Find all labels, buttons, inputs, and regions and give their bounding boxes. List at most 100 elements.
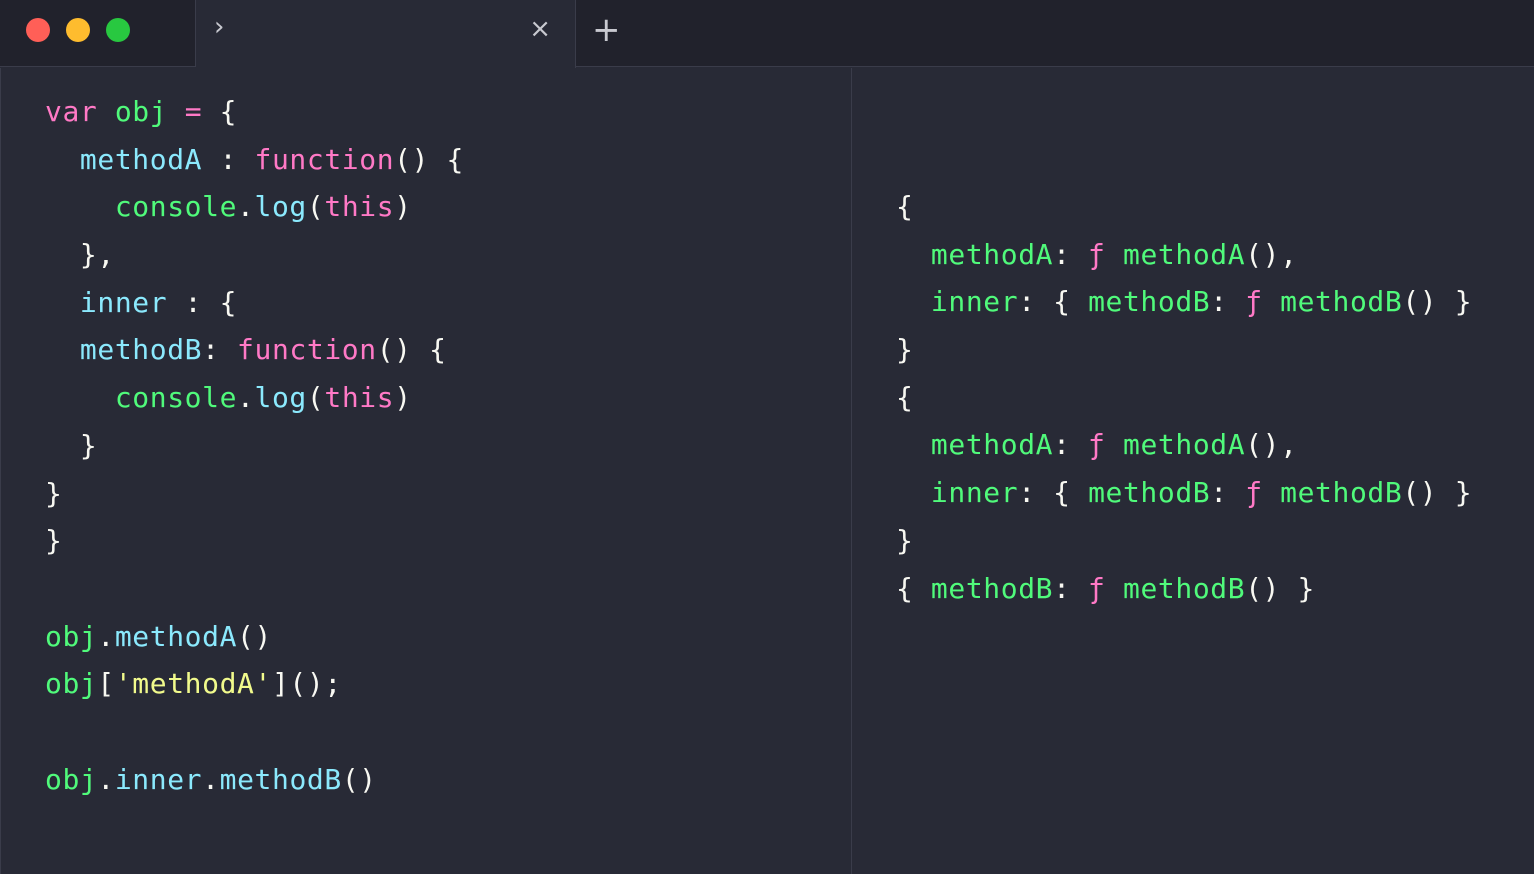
console-token: ƒ (1088, 571, 1106, 605)
console-token (1106, 572, 1123, 605)
code-line: } (45, 470, 464, 518)
console-token: : (1210, 476, 1246, 510)
title-bar: › × + (0, 0, 1534, 68)
zoom-window-button[interactable] (106, 18, 130, 42)
code-line: obj['methodA'](); (45, 660, 464, 708)
console-token: : (1210, 285, 1246, 319)
code-token: methodA (79, 142, 203, 176)
console-token: ƒ (1245, 476, 1263, 510)
console-token: : (1053, 237, 1089, 271)
code-token: ) (394, 190, 412, 224)
new-tab-button[interactable]: + (592, 10, 621, 50)
code-token: function (254, 142, 395, 176)
console-token: } (896, 523, 914, 557)
code-token: log (254, 190, 307, 224)
code-token: . (202, 762, 220, 796)
editor-pane[interactable]: var obj = { methodA : function() { conso… (0, 68, 852, 874)
code-line: methodA : function() { (45, 136, 464, 184)
code-token: = (184, 95, 203, 128)
console-token (1106, 428, 1123, 461)
console-line: methodA: ƒ methodA(), (896, 421, 1472, 469)
console-output: { methodA: ƒ methodA(), inner: { methodB… (896, 183, 1472, 612)
console-token (1263, 476, 1280, 509)
code-token: obj (45, 762, 98, 796)
code-token: var (45, 95, 98, 128)
console-token: () } (1402, 476, 1473, 510)
console-token: inner (930, 476, 1019, 510)
code-token: . (237, 381, 255, 415)
code-token: } (45, 524, 63, 558)
console-token: methodB (1088, 285, 1211, 319)
code-token: ) (394, 381, 412, 415)
code-token: 'methodA' (114, 667, 272, 701)
close-window-button[interactable] (26, 18, 50, 42)
console-token: : { (1018, 476, 1089, 510)
console-token: ƒ (1088, 237, 1106, 271)
console-line: } (896, 517, 1472, 565)
code-token: log (254, 381, 307, 415)
console-line: { (896, 374, 1472, 422)
code-line: inner : { (45, 279, 464, 327)
code-token: console (114, 190, 238, 224)
code-token: : (202, 333, 238, 367)
code-token: console (114, 381, 238, 415)
console-token (896, 285, 931, 318)
code-token: . (97, 619, 115, 653)
code-token: inner (79, 285, 168, 319)
console-token: () } (1245, 571, 1316, 605)
tab-active[interactable]: › × (196, 0, 576, 68)
code-line: } (45, 517, 464, 565)
code-token: . (237, 190, 255, 224)
code-token: obj (45, 667, 98, 701)
code-token: () (341, 762, 377, 796)
console-token (1263, 285, 1280, 318)
console-pane[interactable]: { methodA: ƒ methodA(), inner: { methodB… (852, 68, 1534, 874)
code-token: : { (167, 285, 238, 319)
console-token: ƒ (1245, 285, 1263, 319)
code-editor[interactable]: var obj = { methodA : function() { conso… (45, 88, 464, 803)
code-token: [ (97, 667, 115, 701)
console-token: () } (1402, 285, 1473, 319)
code-line: var obj = { (45, 88, 464, 136)
console-line: inner: { methodB: ƒ methodB() } (896, 469, 1472, 517)
console-token: : { (1018, 285, 1089, 319)
console-token: methodA (930, 237, 1054, 271)
code-token: obj (45, 619, 98, 653)
console-token: inner (930, 285, 1019, 319)
code-token: . (97, 762, 115, 796)
console-token: : (1053, 428, 1089, 462)
console-line: } (896, 326, 1472, 374)
code-token: methodB (219, 762, 342, 796)
console-token: methodB (1122, 571, 1246, 605)
code-token: } (45, 476, 63, 510)
code-token: () (237, 619, 272, 653)
code-line: }, (45, 231, 464, 279)
code-line: obj.inner.methodB() (45, 756, 464, 804)
console-token: methodA (930, 428, 1054, 462)
console-token: methodA (1122, 428, 1246, 462)
code-token: methodA (114, 619, 238, 653)
console-token: methodB (930, 571, 1054, 605)
code-token: ( (306, 190, 325, 224)
console-token: (), (1245, 428, 1298, 462)
code-line: } (45, 422, 464, 470)
minimize-window-button[interactable] (66, 18, 90, 42)
code-token: ( (306, 381, 325, 415)
console-token: methodB (1280, 285, 1403, 319)
window-controls (0, 0, 196, 67)
console-token: { (896, 571, 931, 605)
close-tab-icon[interactable]: × (529, 14, 551, 44)
console-token: : (1053, 571, 1089, 605)
console-line: inner: { methodB: ƒ methodB() } (896, 278, 1472, 326)
code-token: this (324, 190, 395, 224)
console-token: methodA (1122, 237, 1246, 271)
console-token: methodB (1088, 476, 1211, 510)
console-line: { (896, 183, 1472, 231)
